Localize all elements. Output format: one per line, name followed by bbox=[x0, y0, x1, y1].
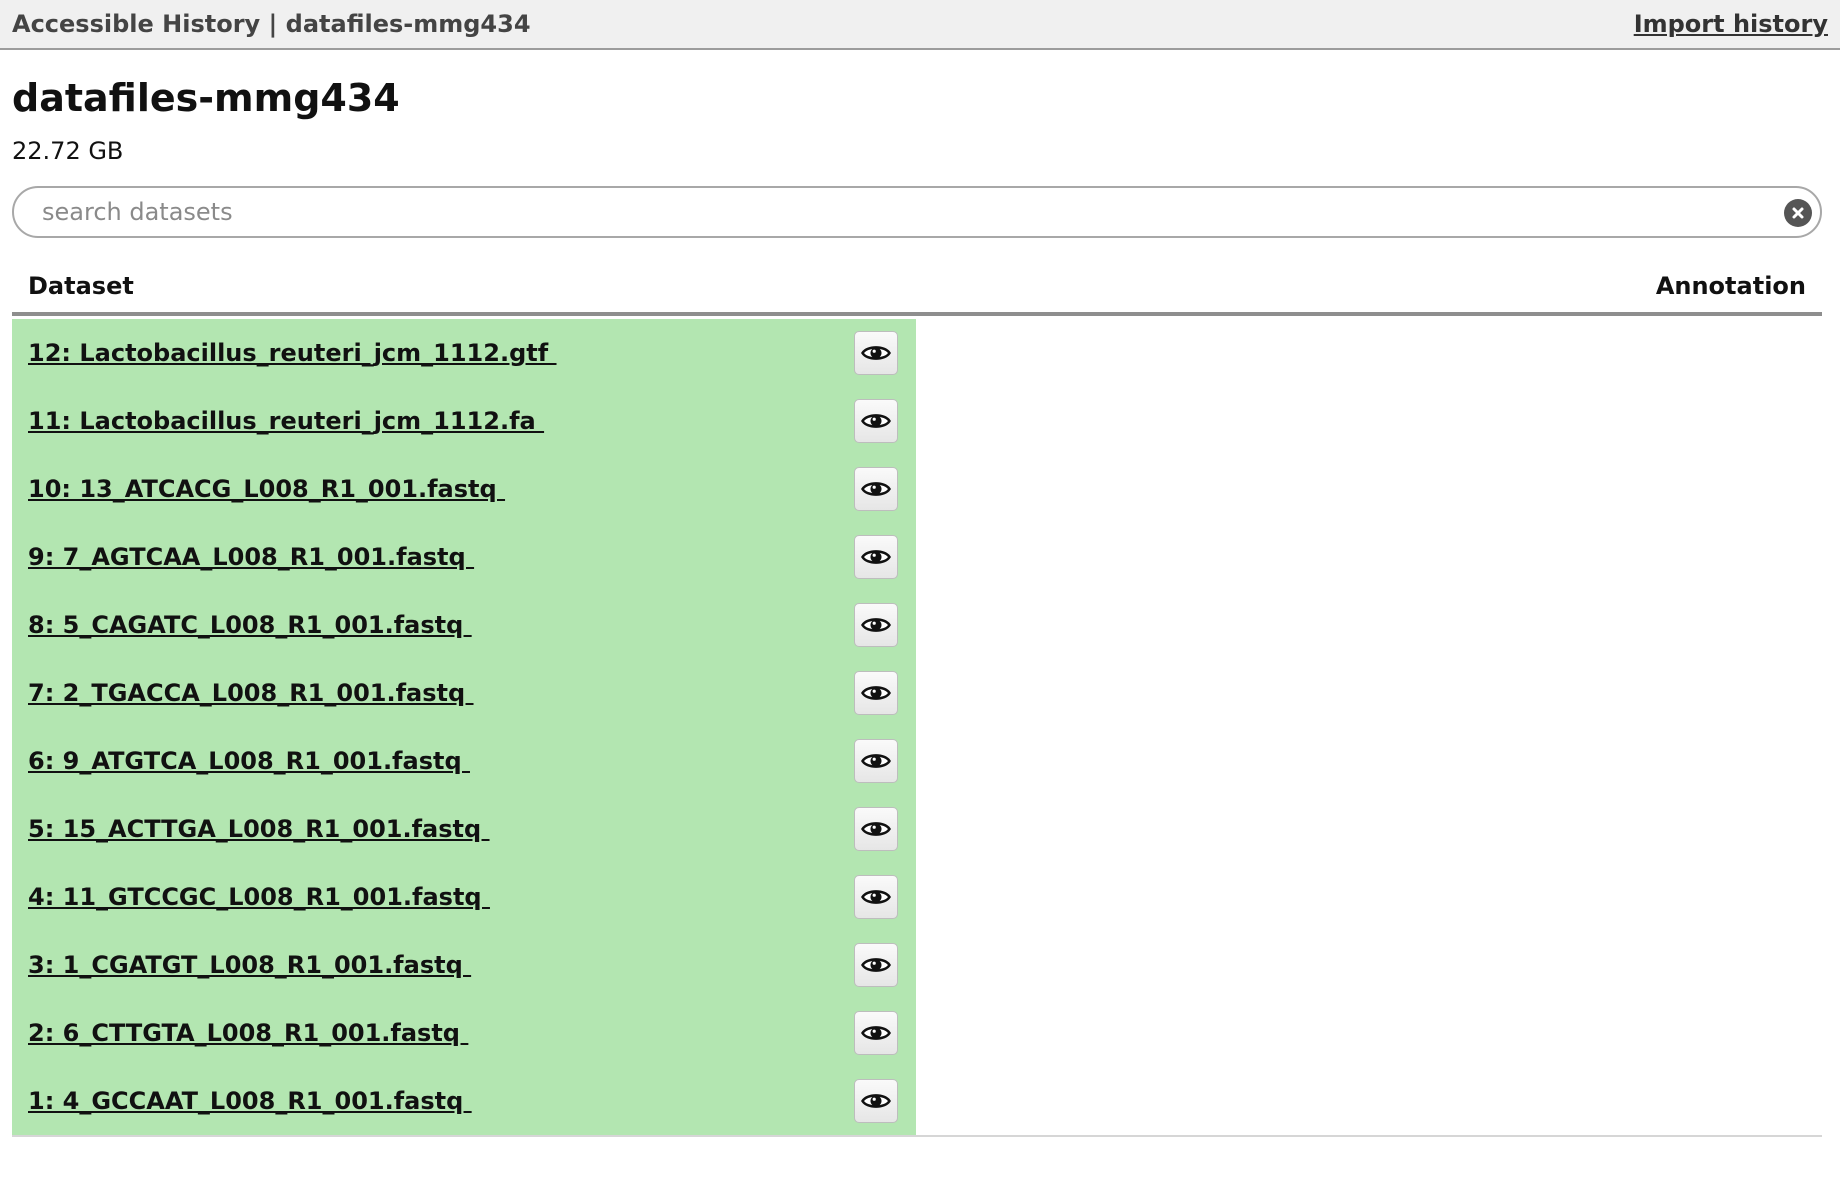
annotation-cell bbox=[916, 931, 1822, 999]
table-row: 7: 2_TGACCA_L008_R1_001.fastq bbox=[12, 659, 1822, 727]
page-header-title: Accessible History | datafiles-mmg434 bbox=[12, 10, 531, 38]
eye-shape bbox=[861, 414, 891, 428]
column-header-annotation: Annotation bbox=[1655, 272, 1806, 300]
dataset-cell: 11: Lactobacillus_reuteri_jcm_1112.fa bbox=[12, 387, 916, 455]
eye-icon[interactable] bbox=[854, 739, 898, 783]
eye-shape bbox=[861, 1026, 891, 1040]
history-name: datafiles-mmg434 bbox=[12, 76, 400, 120]
annotation-cell bbox=[916, 999, 1822, 1067]
dataset-link[interactable]: 1: 4_GCCAAT_L008_R1_001.fastq bbox=[28, 1087, 472, 1115]
dataset-cell: 6: 9_ATGTCA_L008_R1_001.fastq bbox=[12, 727, 916, 795]
eye-icon[interactable] bbox=[854, 875, 898, 919]
dataset-cell: 10: 13_ATCACG_L008_R1_001.fastq bbox=[12, 455, 916, 523]
search-input[interactable] bbox=[14, 188, 1742, 236]
annotation-cell bbox=[916, 523, 1822, 591]
top-bar: Accessible History | datafiles-mmg434 Im… bbox=[0, 0, 1840, 50]
eye-shape bbox=[861, 822, 891, 836]
dataset-cell: 4: 11_GTCCGC_L008_R1_001.fastq bbox=[12, 863, 916, 931]
dataset-link[interactable]: 12: Lactobacillus_reuteri_jcm_1112.gtf bbox=[28, 339, 557, 367]
eye-icon[interactable] bbox=[854, 535, 898, 579]
table-row: 3: 1_CGATGT_L008_R1_001.fastq bbox=[12, 931, 1822, 999]
dataset-link[interactable]: 8: 5_CAGATC_L008_R1_001.fastq bbox=[28, 611, 472, 639]
dataset-link[interactable]: 2: 6_CTTGTA_L008_R1_001.fastq bbox=[28, 1019, 468, 1047]
annotation-cell bbox=[916, 863, 1822, 931]
table-row: 4: 11_GTCCGC_L008_R1_001.fastq bbox=[12, 863, 1822, 931]
eye-icon[interactable] bbox=[854, 1079, 898, 1123]
dataset-cell: 3: 1_CGATGT_L008_R1_001.fastq bbox=[12, 931, 916, 999]
eye-shape bbox=[861, 618, 891, 632]
dataset-link[interactable]: 6: 9_ATGTCA_L008_R1_001.fastq bbox=[28, 747, 470, 775]
close-icon bbox=[1792, 207, 1804, 219]
dataset-link[interactable]: 4: 11_GTCCGC_L008_R1_001.fastq bbox=[28, 883, 490, 911]
table-row: 9: 7_AGTCAA_L008_R1_001.fastq bbox=[12, 523, 1822, 591]
annotation-cell bbox=[916, 319, 1822, 387]
eye-shape bbox=[861, 550, 891, 564]
table-row: 5: 15_ACTTGA_L008_R1_001.fastq bbox=[12, 795, 1822, 863]
dataset-cell: 9: 7_AGTCAA_L008_R1_001.fastq bbox=[12, 523, 916, 591]
eye-shape bbox=[861, 958, 891, 972]
annotation-cell bbox=[916, 727, 1822, 795]
dataset-link[interactable]: 5: 15_ACTTGA_L008_R1_001.fastq bbox=[28, 815, 490, 843]
annotation-cell bbox=[916, 1067, 1822, 1135]
eye-shape bbox=[861, 686, 891, 700]
dataset-link[interactable]: 11: Lactobacillus_reuteri_jcm_1112.fa bbox=[28, 407, 544, 435]
eye-icon[interactable] bbox=[854, 1011, 898, 1055]
annotation-cell bbox=[916, 387, 1822, 455]
annotation-cell bbox=[916, 659, 1822, 727]
annotation-cell bbox=[916, 795, 1822, 863]
eye-icon[interactable] bbox=[854, 399, 898, 443]
datasets-list: 12: Lactobacillus_reuteri_jcm_1112.gtf 1… bbox=[12, 319, 1822, 1137]
dataset-cell: 1: 4_GCCAAT_L008_R1_001.fastq bbox=[12, 1067, 916, 1135]
table-row: 6: 9_ATGTCA_L008_R1_001.fastq bbox=[12, 727, 1822, 795]
eye-shape bbox=[861, 1094, 891, 1108]
history-size: 22.72 GB bbox=[12, 137, 124, 165]
dataset-cell: 7: 2_TGACCA_L008_R1_001.fastq bbox=[12, 659, 916, 727]
table-row: 1: 4_GCCAAT_L008_R1_001.fastq bbox=[12, 1067, 1822, 1135]
datasets-table: Dataset Annotation 12: Lactobacillus_reu… bbox=[12, 260, 1822, 1137]
import-history-link[interactable]: Import history bbox=[1634, 10, 1828, 38]
eye-icon[interactable] bbox=[854, 807, 898, 851]
eye-icon[interactable] bbox=[854, 331, 898, 375]
table-row: 12: Lactobacillus_reuteri_jcm_1112.gtf bbox=[12, 319, 1822, 387]
dataset-cell: 2: 6_CTTGTA_L008_R1_001.fastq bbox=[12, 999, 916, 1067]
eye-shape bbox=[861, 890, 891, 904]
column-header-dataset: Dataset bbox=[28, 272, 134, 300]
dataset-cell: 8: 5_CAGATC_L008_R1_001.fastq bbox=[12, 591, 916, 659]
annotation-cell bbox=[916, 455, 1822, 523]
eye-shape bbox=[861, 754, 891, 768]
dataset-cell: 12: Lactobacillus_reuteri_jcm_1112.gtf bbox=[12, 319, 916, 387]
table-row: 11: Lactobacillus_reuteri_jcm_1112.fa bbox=[12, 387, 1822, 455]
eye-icon[interactable] bbox=[854, 603, 898, 647]
table-header: Dataset Annotation bbox=[12, 260, 1822, 316]
eye-shape bbox=[861, 482, 891, 496]
search-box bbox=[12, 186, 1822, 238]
eye-icon[interactable] bbox=[854, 943, 898, 987]
clear-search-icon[interactable] bbox=[1784, 199, 1812, 227]
eye-icon[interactable] bbox=[854, 671, 898, 715]
table-row: 2: 6_CTTGTA_L008_R1_001.fastq bbox=[12, 999, 1822, 1067]
annotation-cell bbox=[916, 591, 1822, 659]
eye-icon[interactable] bbox=[854, 467, 898, 511]
history-panel: datafiles-mmg434 22.72 GB Dataset Annota… bbox=[0, 76, 1840, 1137]
dataset-cell: 5: 15_ACTTGA_L008_R1_001.fastq bbox=[12, 795, 916, 863]
table-row: 10: 13_ATCACG_L008_R1_001.fastq bbox=[12, 455, 1822, 523]
dataset-link[interactable]: 10: 13_ATCACG_L008_R1_001.fastq bbox=[28, 475, 505, 503]
dataset-link[interactable]: 7: 2_TGACCA_L008_R1_001.fastq bbox=[28, 679, 474, 707]
table-row: 8: 5_CAGATC_L008_R1_001.fastq bbox=[12, 591, 1822, 659]
eye-shape bbox=[861, 346, 891, 360]
dataset-link[interactable]: 9: 7_AGTCAA_L008_R1_001.fastq bbox=[28, 543, 474, 571]
dataset-link[interactable]: 3: 1_CGATGT_L008_R1_001.fastq bbox=[28, 951, 471, 979]
